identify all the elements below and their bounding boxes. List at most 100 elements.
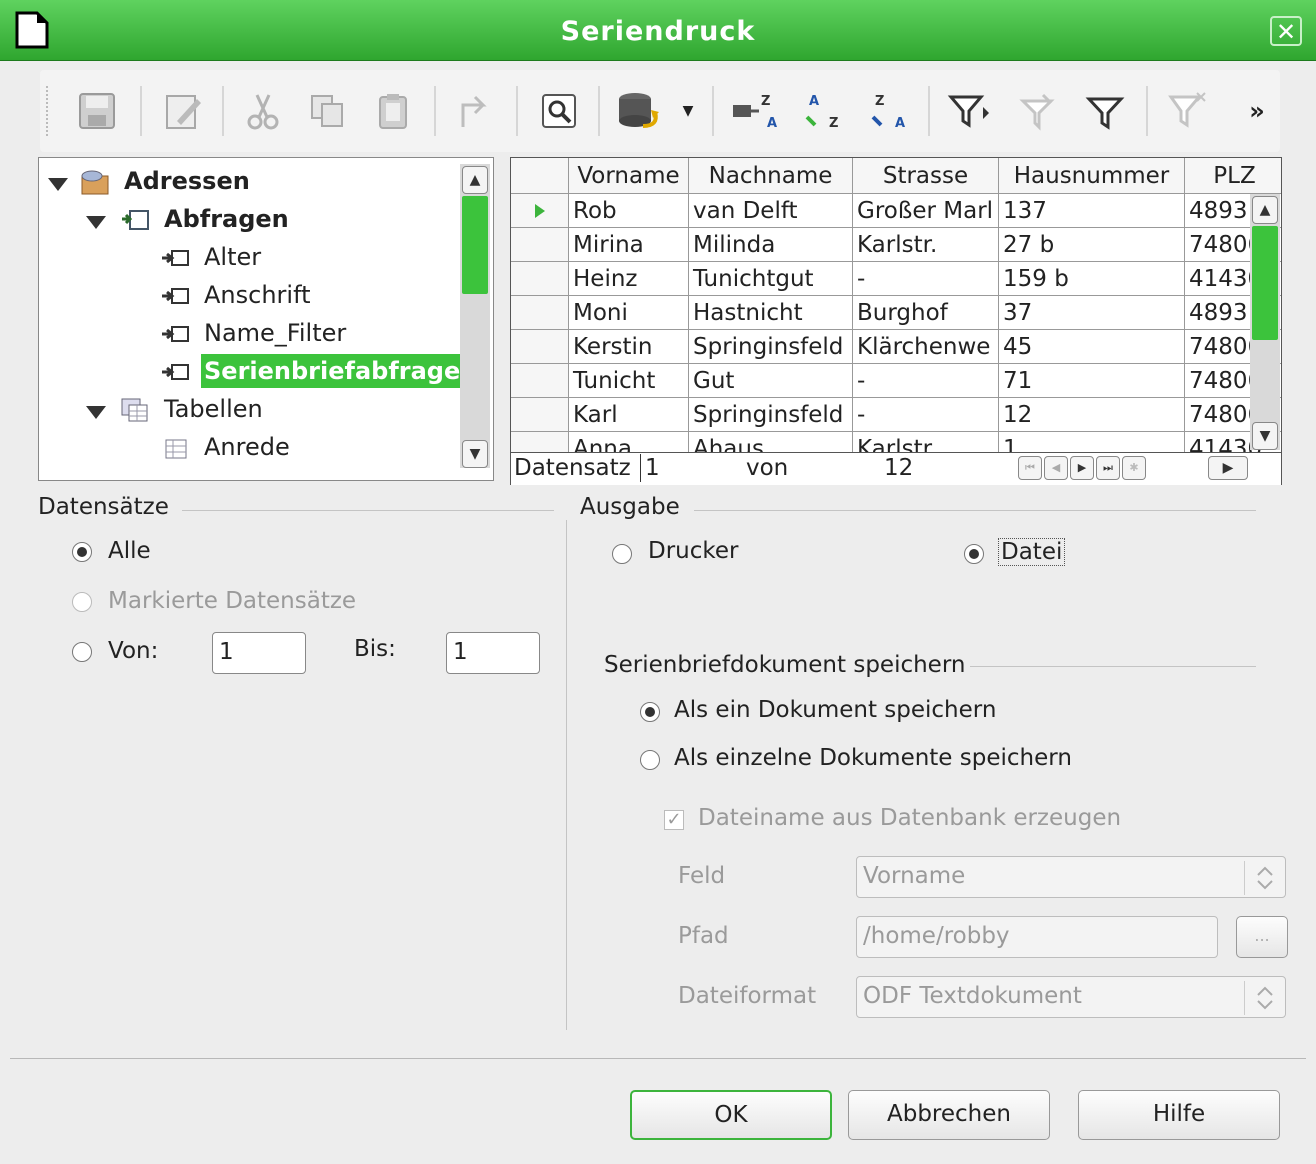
paste-icon[interactable]: [366, 80, 420, 142]
edit-icon[interactable]: [156, 80, 210, 142]
column-header[interactable]: Hausnummer: [999, 158, 1185, 194]
table-cell[interactable]: Tunichtgut: [689, 262, 853, 296]
first-record-icon[interactable]: ⏮: [1018, 456, 1042, 480]
table-cell[interactable]: Karlstr.: [853, 228, 999, 262]
toolbar-grip[interactable]: [46, 86, 51, 136]
tree-item-name-filter[interactable]: Name_Filter: [204, 316, 346, 350]
table-cell[interactable]: Springinsfeld: [689, 330, 853, 364]
undo-icon[interactable]: [446, 80, 500, 142]
toolbar-overflow-button[interactable]: »: [1236, 80, 1278, 142]
table-cell[interactable]: 71: [999, 364, 1185, 398]
table-cell[interactable]: Springinsfeld: [689, 398, 853, 432]
autofilter-icon[interactable]: [940, 80, 998, 142]
table-cell[interactable]: Tunicht: [569, 364, 689, 398]
save-icon[interactable]: [70, 80, 124, 142]
table-cell[interactable]: 45: [999, 330, 1185, 364]
radio-file[interactable]: [964, 544, 984, 564]
sort-descending-icon[interactable]: ZA: [858, 80, 916, 142]
table-cell[interactable]: Kerstin: [569, 330, 689, 364]
scroll-up-icon[interactable]: ▲: [1252, 196, 1278, 224]
current-row-marker[interactable]: [511, 194, 569, 228]
radio-save-single[interactable]: [640, 702, 660, 722]
sort-icon[interactable]: ZA: [724, 80, 782, 142]
table-cell[interactable]: van Delft: [689, 194, 853, 228]
tree-scrollbar-thumb[interactable]: [462, 196, 488, 294]
table-cell[interactable]: 37: [999, 296, 1185, 330]
tree-item-anrede[interactable]: Anrede: [204, 430, 290, 464]
row-header[interactable]: [511, 262, 569, 296]
table-cell[interactable]: Karl: [569, 398, 689, 432]
previous-record-icon[interactable]: ◀: [1044, 456, 1068, 480]
tree-item-anschrift[interactable]: Anschrift: [204, 278, 311, 312]
ok-button[interactable]: OK: [630, 1090, 832, 1140]
sort-ascending-icon[interactable]: AZ: [792, 80, 850, 142]
column-header[interactable]: PLZ: [1185, 158, 1281, 194]
column-header[interactable]: Nachname: [689, 158, 853, 194]
radio-save-multiple-label[interactable]: Als einzelne Dokumente speichern: [674, 745, 1072, 771]
data-grid[interactable]: Vorname Nachname Strasse Hausnummer PLZ …: [510, 157, 1282, 485]
standard-filter-icon[interactable]: [1076, 80, 1134, 142]
radio-save-multiple[interactable]: [640, 750, 660, 770]
help-button[interactable]: Hilfe: [1078, 1090, 1280, 1140]
table-cell[interactable]: Heinz: [569, 262, 689, 296]
table-cell[interactable]: Großer Marl: [853, 194, 999, 228]
to-input[interactable]: 1: [446, 632, 540, 674]
row-header[interactable]: [511, 398, 569, 432]
table-cell[interactable]: 137: [999, 194, 1185, 228]
close-button[interactable]: ✕: [1270, 16, 1302, 46]
cut-icon[interactable]: [236, 80, 290, 142]
scroll-right-icon[interactable]: ▶: [1208, 456, 1248, 480]
table-cell[interactable]: -: [853, 364, 999, 398]
table-cell[interactable]: 27 b: [999, 228, 1185, 262]
expand-triangle-icon[interactable]: [86, 216, 106, 229]
apply-filter-icon[interactable]: [1010, 80, 1068, 142]
table-cell[interactable]: Rob: [569, 194, 689, 228]
new-record-icon[interactable]: ✱: [1122, 456, 1146, 480]
table-cell[interactable]: 159 b: [999, 262, 1185, 296]
table-cell[interactable]: Gut: [689, 364, 853, 398]
cancel-button[interactable]: Abbrechen: [848, 1090, 1050, 1140]
radio-from[interactable]: [72, 642, 92, 662]
table-cell[interactable]: Moni: [569, 296, 689, 330]
table-cell[interactable]: -: [853, 262, 999, 296]
copy-icon[interactable]: [300, 80, 354, 142]
grid-scrollbar-thumb[interactable]: [1252, 226, 1278, 340]
radio-from-label[interactable]: Von:: [108, 638, 158, 664]
remove-filter-icon[interactable]: [1160, 80, 1218, 142]
expand-triangle-icon[interactable]: [86, 406, 106, 419]
tree-item-adressen[interactable]: Adressen: [124, 164, 250, 198]
row-header[interactable]: [511, 228, 569, 262]
tree-item-abfragen[interactable]: Abfragen: [164, 202, 289, 236]
radio-printer-label[interactable]: Drucker: [648, 538, 739, 564]
last-record-icon[interactable]: ⏭: [1096, 456, 1120, 480]
tree-item-tabellen[interactable]: Tabellen: [164, 392, 263, 426]
radio-file-label[interactable]: Datei: [998, 538, 1066, 566]
column-header[interactable]: Strasse: [853, 158, 999, 194]
table-cell[interactable]: -: [853, 398, 999, 432]
from-input[interactable]: 1: [212, 632, 306, 674]
row-header[interactable]: [511, 364, 569, 398]
scroll-down-icon[interactable]: ▼: [1252, 422, 1278, 450]
table-cell[interactable]: Mirina: [569, 228, 689, 262]
table-cell[interactable]: 12: [999, 398, 1185, 432]
radio-all[interactable]: [72, 542, 92, 562]
record-number-input[interactable]: 1: [640, 454, 736, 482]
table-cell[interactable]: Burghof: [853, 296, 999, 330]
radio-printer[interactable]: [612, 544, 632, 564]
expand-triangle-icon[interactable]: [48, 178, 68, 191]
scroll-up-icon[interactable]: ▲: [462, 166, 488, 194]
row-header[interactable]: [511, 296, 569, 330]
row-header[interactable]: [511, 330, 569, 364]
tree-item-alter[interactable]: Alter: [204, 240, 261, 274]
scroll-down-icon[interactable]: ▼: [462, 440, 488, 468]
radio-save-single-label[interactable]: Als ein Dokument speichern: [674, 697, 996, 723]
table-cell[interactable]: Hastnicht: [689, 296, 853, 330]
chevron-down-icon[interactable]: ▼: [676, 80, 700, 142]
column-header[interactable]: Vorname: [569, 158, 689, 194]
tree-item-serienbriefabfrage[interactable]: Serienbriefabfrage: [201, 354, 464, 388]
explorer-icon[interactable]: [532, 80, 586, 142]
next-record-icon[interactable]: ▶: [1070, 456, 1094, 480]
table-cell[interactable]: Milinda: [689, 228, 853, 262]
data-source-icon[interactable]: [608, 80, 668, 142]
radio-all-label[interactable]: Alle: [108, 538, 151, 564]
